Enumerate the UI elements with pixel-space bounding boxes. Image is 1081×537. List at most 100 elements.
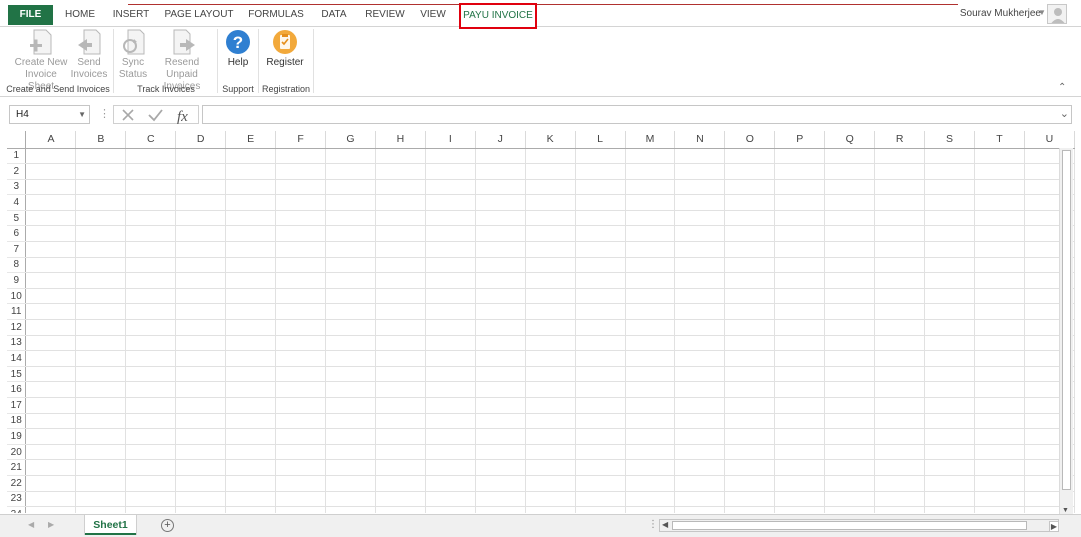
cell[interactable] bbox=[525, 506, 576, 513]
cell[interactable] bbox=[25, 397, 77, 414]
cell[interactable] bbox=[625, 288, 676, 305]
cell[interactable] bbox=[75, 194, 127, 211]
tab-payu-invoice[interactable]: PAYU INVOICE bbox=[459, 3, 537, 29]
cell[interactable] bbox=[774, 335, 826, 352]
cell[interactable] bbox=[475, 444, 526, 461]
cell[interactable] bbox=[225, 428, 277, 445]
cell[interactable] bbox=[425, 335, 476, 352]
cell[interactable] bbox=[724, 413, 776, 430]
tab-page-layout[interactable]: PAGE LAYOUT bbox=[163, 5, 235, 27]
cell[interactable] bbox=[175, 148, 227, 165]
cell[interactable] bbox=[425, 210, 476, 227]
cell[interactable] bbox=[824, 397, 876, 414]
cell[interactable] bbox=[25, 381, 77, 398]
cell[interactable] bbox=[125, 272, 177, 289]
cell[interactable] bbox=[425, 491, 476, 508]
cell[interactable] bbox=[475, 241, 526, 258]
cell[interactable] bbox=[924, 303, 975, 321]
cell[interactable] bbox=[974, 163, 1025, 180]
cell[interactable] bbox=[575, 366, 626, 383]
column-header[interactable]: I bbox=[425, 131, 476, 149]
cell[interactable] bbox=[475, 413, 526, 430]
cell[interactable] bbox=[325, 381, 376, 398]
cell[interactable] bbox=[774, 459, 826, 476]
cell[interactable] bbox=[974, 475, 1025, 492]
cell[interactable] bbox=[75, 506, 127, 513]
cell[interactable] bbox=[625, 335, 676, 352]
cell[interactable] bbox=[25, 475, 77, 492]
cell[interactable] bbox=[25, 148, 77, 165]
cell[interactable] bbox=[525, 491, 576, 508]
cell[interactable] bbox=[625, 350, 676, 367]
cell[interactable] bbox=[774, 272, 826, 289]
select-all-corner[interactable] bbox=[7, 131, 27, 149]
cell[interactable] bbox=[874, 319, 926, 336]
cell[interactable] bbox=[75, 335, 127, 352]
cell[interactable] bbox=[974, 148, 1025, 165]
cell[interactable] bbox=[724, 475, 776, 492]
formula-input[interactable]: ⌄ bbox=[202, 105, 1072, 124]
cell[interactable] bbox=[175, 163, 227, 180]
cell[interactable] bbox=[475, 148, 526, 165]
cell[interactable] bbox=[625, 413, 676, 430]
cell[interactable] bbox=[924, 428, 975, 445]
cell[interactable] bbox=[525, 350, 576, 367]
cell[interactable] bbox=[974, 303, 1025, 321]
tab-view[interactable]: VIEW bbox=[417, 5, 449, 27]
cell[interactable] bbox=[874, 475, 926, 492]
cell[interactable] bbox=[974, 194, 1025, 211]
column-header[interactable]: D bbox=[175, 131, 227, 149]
cell[interactable] bbox=[325, 241, 376, 258]
cell[interactable] bbox=[525, 381, 576, 398]
row-header[interactable]: 20 bbox=[7, 444, 27, 461]
cell[interactable] bbox=[325, 491, 376, 508]
cell[interactable] bbox=[325, 413, 376, 430]
cell[interactable] bbox=[325, 366, 376, 383]
cell[interactable] bbox=[25, 194, 77, 211]
cell[interactable] bbox=[575, 148, 626, 165]
cell[interactable] bbox=[525, 444, 576, 461]
formula-bar-grip-icon[interactable]: ⋮ bbox=[99, 107, 110, 120]
cell[interactable] bbox=[75, 257, 127, 274]
cell[interactable] bbox=[575, 350, 626, 367]
column-header[interactable]: J bbox=[475, 131, 526, 149]
cell[interactable] bbox=[225, 381, 277, 398]
vertical-scrollbar[interactable]: ▼ bbox=[1059, 148, 1073, 515]
cell[interactable] bbox=[674, 241, 726, 258]
chevron-down-icon[interactable]: ▼ bbox=[1038, 8, 1046, 17]
cell[interactable] bbox=[824, 366, 876, 383]
cell[interactable] bbox=[974, 491, 1025, 508]
cell[interactable] bbox=[275, 428, 327, 445]
cell[interactable] bbox=[824, 350, 876, 367]
cell[interactable] bbox=[475, 335, 526, 352]
cell[interactable] bbox=[924, 241, 975, 258]
cell[interactable] bbox=[874, 428, 926, 445]
cell[interactable] bbox=[924, 194, 975, 211]
cell[interactable] bbox=[25, 319, 77, 336]
column-header[interactable]: A bbox=[25, 131, 77, 149]
cell[interactable] bbox=[325, 194, 376, 211]
cell[interactable] bbox=[275, 163, 327, 180]
cell[interactable] bbox=[824, 210, 876, 227]
cell[interactable] bbox=[125, 491, 177, 508]
cell[interactable] bbox=[75, 366, 127, 383]
cell[interactable] bbox=[924, 475, 975, 492]
cell[interactable] bbox=[275, 413, 327, 430]
cell[interactable] bbox=[575, 163, 626, 180]
cell[interactable] bbox=[425, 397, 476, 414]
cell[interactable] bbox=[375, 350, 426, 367]
cell[interactable] bbox=[924, 148, 975, 165]
cell[interactable] bbox=[175, 475, 227, 492]
cell[interactable] bbox=[175, 459, 227, 476]
row-header[interactable]: 6 bbox=[7, 225, 27, 243]
cell[interactable] bbox=[674, 148, 726, 165]
cell[interactable] bbox=[625, 148, 676, 165]
cell[interactable] bbox=[325, 428, 376, 445]
cell[interactable] bbox=[774, 288, 826, 305]
cell[interactable] bbox=[475, 163, 526, 180]
cell[interactable] bbox=[974, 319, 1025, 336]
cell[interactable] bbox=[225, 257, 277, 274]
cell[interactable] bbox=[175, 444, 227, 461]
split-grip-icon[interactable]: ⋮ bbox=[648, 519, 658, 530]
cell[interactable] bbox=[774, 303, 826, 321]
